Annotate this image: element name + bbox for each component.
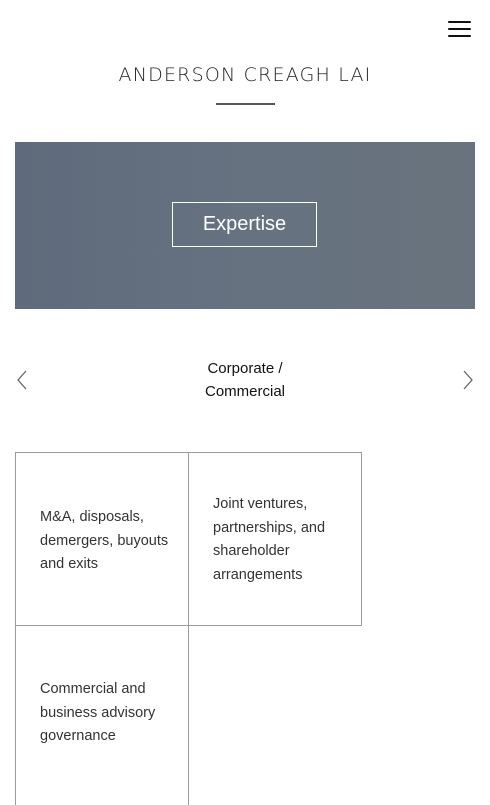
service-card-label: Joint ventures, partnerships, and shareh… xyxy=(213,496,326,583)
service-card-label: M&A, disposals, demergers, buyouts and e… xyxy=(40,509,169,572)
logo-divider xyxy=(216,103,275,105)
carousel-title: Corporate / Commercial xyxy=(145,357,345,403)
service-card-label: Commercial and business advisory governa… xyxy=(40,681,156,744)
service-card[interactable]: M&A, disposals, demergers, buyouts and e… xyxy=(15,452,189,626)
menu-line xyxy=(448,21,471,23)
menu-line xyxy=(448,28,471,30)
expertise-button[interactable]: Expertise xyxy=(172,202,317,247)
site-logo[interactable]: ANDERSON CREAGH LAI xyxy=(0,64,490,86)
chevron-right-icon[interactable] xyxy=(461,368,475,392)
chevron-left-icon[interactable] xyxy=(15,368,29,392)
hamburger-menu-icon[interactable] xyxy=(448,19,472,39)
menu-line xyxy=(448,35,471,37)
hero-banner: Expertise xyxy=(15,142,475,309)
service-card[interactable]: Commercial and business advisory governa… xyxy=(15,625,189,805)
carousel-title-line-1: Corporate / xyxy=(207,360,283,377)
service-card[interactable]: Joint ventures, partnerships, and shareh… xyxy=(188,452,362,626)
carousel-title-line-2: Commercial xyxy=(204,383,285,400)
